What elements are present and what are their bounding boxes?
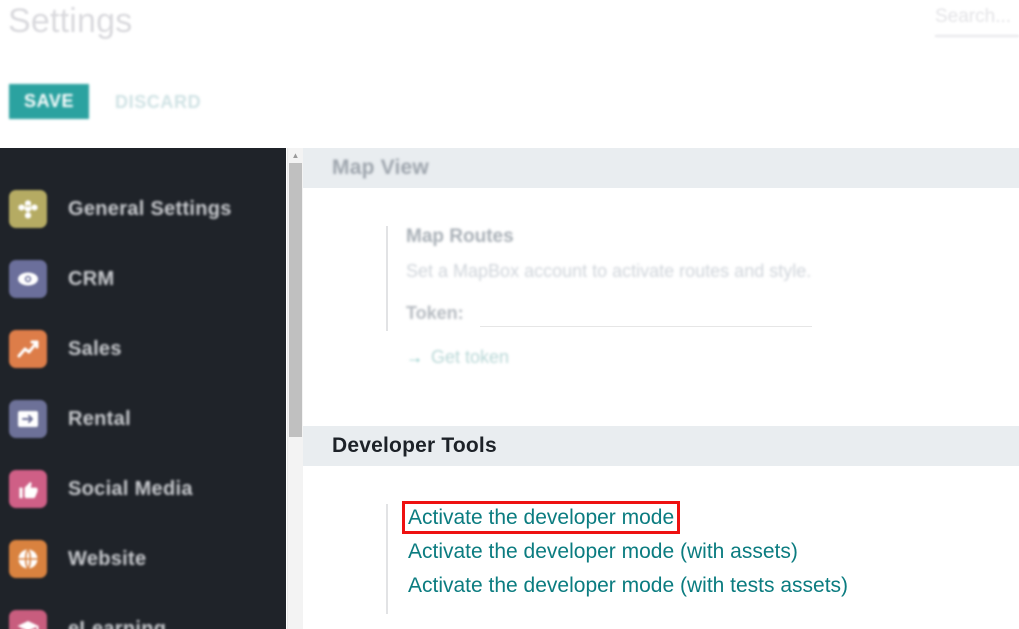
- crm-handshake-icon: [9, 260, 47, 298]
- sidebar-item-rental[interactable]: Rental: [0, 384, 286, 454]
- sidebar-item-general-settings[interactable]: General Settings: [0, 174, 286, 244]
- sidebar-item-label: General Settings: [68, 197, 232, 220]
- sidebar-item-sales[interactable]: Sales: [0, 314, 286, 384]
- activate-developer-mode-with-tests-assets-link[interactable]: Activate the developer mode (with tests …: [408, 575, 848, 596]
- sales-chart-icon: [9, 330, 47, 368]
- chevron-up-icon[interactable]: ▲: [288, 148, 303, 163]
- globe-icon: [9, 540, 47, 578]
- setting-group-developer-links: Activate the developer mode Activate the…: [386, 501, 1006, 614]
- search-box[interactable]: Search...: [899, 6, 1019, 37]
- sidebar-item-label: eLearning: [68, 617, 167, 629]
- sidebar-scrollbar[interactable]: ▲: [287, 148, 303, 629]
- thumbs-up-icon: [9, 470, 47, 508]
- setting-group-map-routes: Map Routes Set a MapBox account to activ…: [386, 226, 1006, 367]
- get-token-label: Get token: [431, 347, 510, 367]
- map-routes-description: Set a MapBox account to activate routes …: [406, 261, 812, 281]
- search-input[interactable]: Search...: [899, 6, 1019, 28]
- save-button[interactable]: SAVE: [9, 84, 90, 119]
- sidebar-item-social-media[interactable]: Social Media: [0, 454, 286, 524]
- elearning-icon: [9, 610, 47, 629]
- gear-icon: [9, 190, 47, 228]
- get-token-link[interactable]: → Get token: [406, 347, 509, 368]
- section-header-developer-tools: Developer Tools: [303, 426, 1019, 466]
- sidebar-item-website[interactable]: Website: [0, 524, 286, 594]
- discard-button[interactable]: DISCARD: [109, 92, 207, 112]
- token-input[interactable]: [479, 302, 812, 327]
- developer-links-list: Activate the developer mode Activate the…: [401, 501, 1006, 596]
- sidebar-item-label: CRM: [68, 267, 115, 290]
- settings-content: Map View Map Routes Set a MapBox account…: [303, 148, 1019, 629]
- section-title: Developer Tools: [332, 434, 497, 457]
- activate-developer-mode-link[interactable]: Activate the developer mode: [401, 501, 681, 534]
- app-header: Settings Search... SAVE DISCARD: [0, 0, 1019, 148]
- sidebar-item-elearning[interactable]: eLearning: [0, 594, 286, 629]
- settings-sidebar: General Settings CRM Sales Rental Social…: [0, 148, 286, 629]
- map-routes-title: Map Routes: [406, 226, 514, 247]
- search-underline: [935, 35, 1019, 37]
- arrow-right-icon: →: [406, 347, 423, 367]
- token-row: Token:: [406, 302, 1006, 327]
- sidebar-item-label: Website: [68, 547, 147, 570]
- sidebar-scroll-thumb[interactable]: [289, 163, 302, 437]
- section-title: Map View: [332, 156, 429, 179]
- sidebar-item-label: Social Media: [68, 477, 193, 500]
- action-bar: SAVE DISCARD: [0, 82, 1019, 124]
- sidebar-item-label: Rental: [68, 407, 131, 430]
- token-label: Token:: [406, 303, 464, 323]
- page-title: Settings: [8, 2, 133, 40]
- activate-developer-mode-with-assets-link[interactable]: Activate the developer mode (with assets…: [408, 541, 798, 562]
- sidebar-item-label: Sales: [68, 337, 122, 360]
- sidebar-item-crm[interactable]: CRM: [0, 244, 286, 314]
- section-header-map-view: Map View: [303, 148, 1019, 188]
- rental-box-icon: [9, 400, 47, 438]
